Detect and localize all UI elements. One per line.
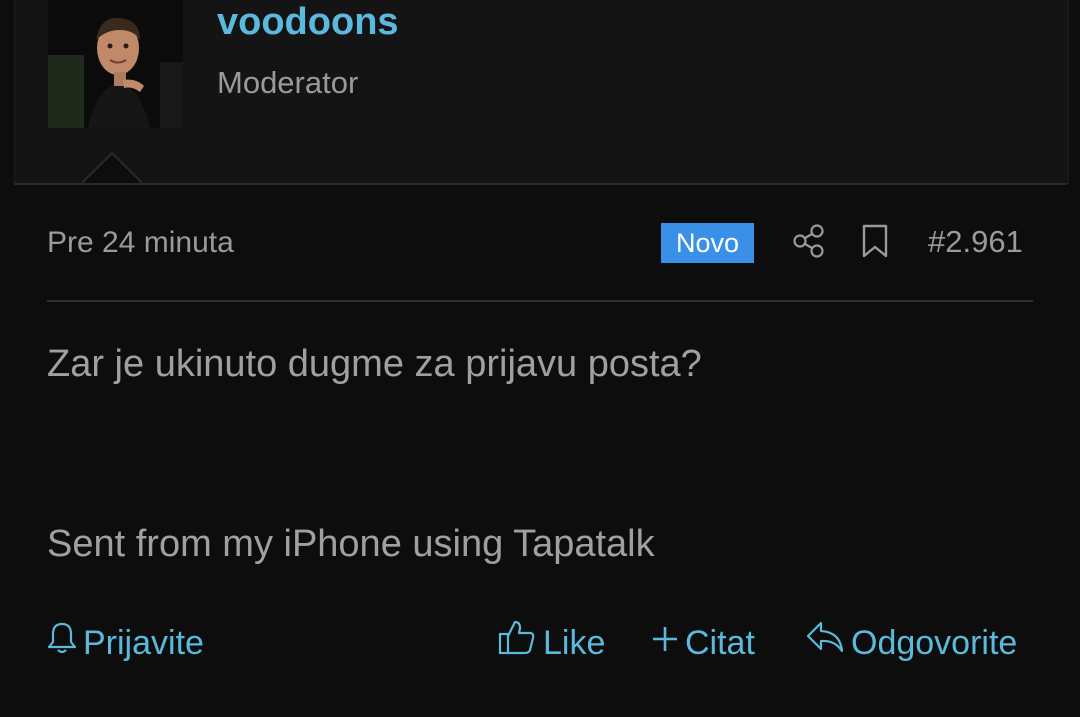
pointer-arrow [80,152,144,185]
like-label: Like [543,624,606,662]
bell-icon [47,619,77,667]
bookmark-icon[interactable] [860,223,890,259]
post-signature: Sent from my iPhone using Tapatalk [47,523,655,565]
thumbs-up-icon [497,618,537,669]
quote-label: Citat [685,624,755,662]
report-label: Prijavite [83,624,204,662]
post-container: voodoons Moderator Pre 24 minuta Novo #2… [0,0,1080,717]
user-title: Moderator [217,65,359,100]
post-meta: Pre 24 minuta Novo #2.961 [47,218,1033,268]
post-actions: Prijavite Like Citat Odgovorite [47,618,1033,668]
like-button[interactable]: Like [497,618,605,668]
reply-button[interactable]: Odgovorite [805,618,1017,668]
post-time[interactable]: Pre 24 minuta [47,224,234,262]
post-text-line: Zar je ukinuto dugme za prijavu posta? [47,343,702,385]
user-block: voodoons Moderator [14,0,1069,184]
report-button[interactable]: Prijavite [47,618,204,668]
quote-button[interactable]: Citat [651,618,755,668]
reply-label: Odgovorite [851,624,1018,662]
meta-divider [47,300,1033,302]
share-icon[interactable] [792,223,826,259]
username[interactable]: voodoons [217,0,399,44]
new-badge: Novo [661,223,754,263]
avatar[interactable] [48,0,183,128]
avatar-image [48,0,183,128]
reply-arrow-icon [805,619,845,668]
plus-icon [651,619,679,667]
user-block-divider [14,183,1067,185]
post-number[interactable]: #2.961 [928,222,1023,262]
